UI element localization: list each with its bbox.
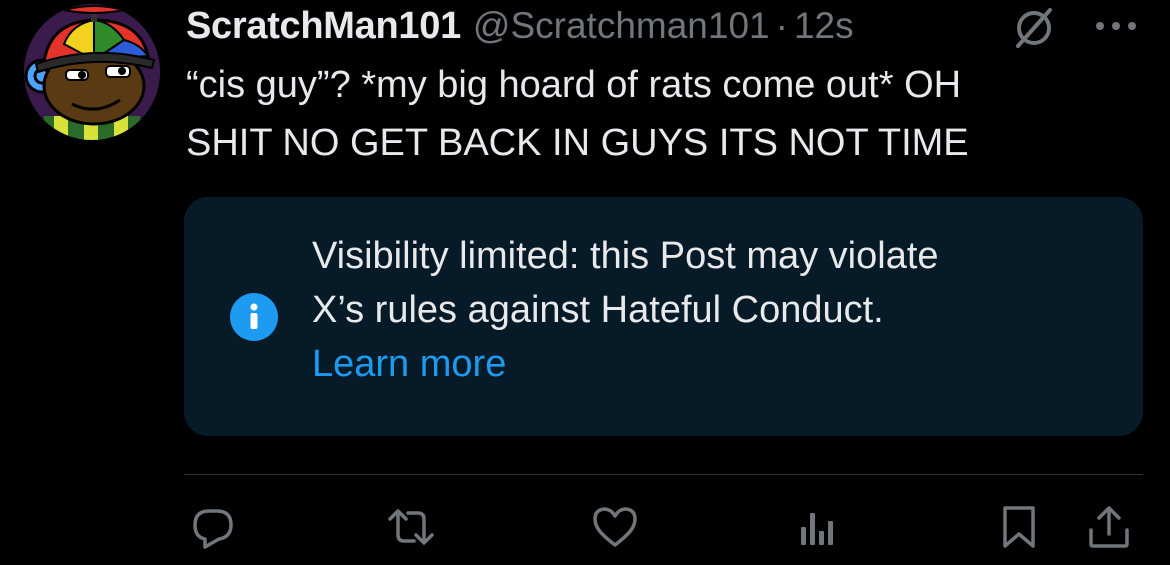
notice-line-2: X’s rules against Hateful Conduct.: [312, 289, 884, 331]
header-separator: ·: [775, 5, 788, 46]
like-icon: [593, 507, 637, 547]
repost-button[interactable]: [386, 502, 436, 552]
like-button[interactable]: [590, 502, 640, 552]
repost-icon: [388, 509, 434, 545]
post-text-line-2: SHIT NO GET BACK IN GUYS ITS NOT TIME: [186, 122, 969, 164]
share-button[interactable]: [1084, 502, 1134, 552]
avatar-image: [24, 4, 160, 140]
post-header: ScratchMan101 @Scratchman101 · 12s: [186, 2, 1136, 50]
grok-icon[interactable]: [1012, 6, 1056, 50]
info-icon: [230, 293, 278, 341]
reply-icon: [193, 509, 233, 549]
post-text-line-1: “cis guy”? *my big hoard of rats come ou…: [186, 64, 962, 106]
author-handle[interactable]: @Scratchman101: [473, 5, 770, 47]
avatar[interactable]: [24, 4, 160, 140]
learn-more-link[interactable]: Learn more: [312, 337, 1112, 391]
action-bar: [184, 502, 1144, 552]
views-button[interactable]: [792, 502, 842, 552]
notice-line-1: Visibility limited: this Post may violat…: [312, 235, 939, 277]
visibility-notice: Visibility limited: this Post may violat…: [184, 197, 1143, 436]
bookmark-icon: [1003, 506, 1035, 548]
post[interactable]: ScratchMan101 @Scratchman101 · 12s “cis …: [0, 0, 1170, 565]
notice-message: Visibility limited: this Post may violat…: [312, 229, 1112, 391]
post-timestamp[interactable]: 12s: [794, 5, 854, 47]
divider: [184, 474, 1143, 475]
more-options-icon[interactable]: [1088, 8, 1144, 44]
reply-button[interactable]: [188, 502, 238, 552]
post-text: “cis guy”? *my big hoard of rats come ou…: [186, 56, 1146, 172]
author-display-name[interactable]: ScratchMan101: [186, 5, 461, 48]
share-icon: [1089, 506, 1129, 548]
views-icon: [801, 513, 833, 545]
bookmark-button[interactable]: [994, 502, 1044, 552]
